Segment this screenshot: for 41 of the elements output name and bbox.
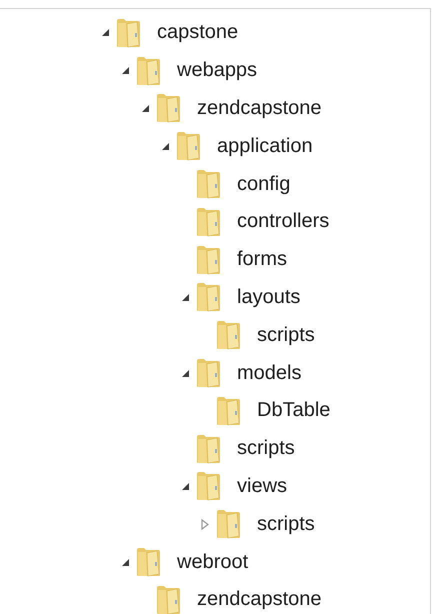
- expanded-arrow-icon[interactable]: [121, 558, 130, 567]
- folder-label[interactable]: capstone: [157, 21, 238, 44]
- folder-label[interactable]: application: [217, 134, 313, 158]
- folder-label[interactable]: zendcapstone: [197, 588, 322, 612]
- folder-icon: [215, 396, 241, 426]
- folder-label[interactable]: config: [237, 172, 290, 196]
- folder-label[interactable]: webapps: [177, 59, 258, 82]
- folder-icon: [155, 93, 181, 124]
- expanded-arrow-icon[interactable]: [101, 28, 110, 38]
- folder-icon: [195, 282, 221, 312]
- folder-label[interactable]: models: [237, 362, 302, 385]
- folder-label[interactable]: scripts: [257, 324, 315, 347]
- expanded-arrow-icon[interactable]: [161, 142, 170, 151]
- folder-label[interactable]: webroot: [177, 550, 248, 574]
- folder-icon: [195, 358, 221, 388]
- folder-icon: [195, 434, 221, 464]
- folder-icon: [155, 584, 181, 614]
- folder-icon: [195, 169, 221, 200]
- expanded-arrow-icon[interactable]: [181, 482, 190, 491]
- folder-label[interactable]: forms: [237, 248, 287, 272]
- folder-icon: [195, 471, 221, 502]
- folder-label[interactable]: scripts: [257, 512, 315, 536]
- folder-icon: [215, 509, 241, 540]
- folder-icon: [195, 206, 221, 237]
- expanded-arrow-icon[interactable]: [121, 66, 130, 76]
- expanded-arrow-icon[interactable]: [141, 104, 150, 113]
- folder-icon: [115, 18, 141, 48]
- folder-icon: [135, 547, 161, 578]
- folder-label[interactable]: views: [237, 474, 288, 498]
- expanded-arrow-icon[interactable]: [181, 292, 190, 302]
- folder-label[interactable]: scripts: [237, 437, 295, 460]
- folder-label[interactable]: zendcapstone: [197, 96, 322, 120]
- expanded-arrow-icon[interactable]: [181, 368, 190, 378]
- folder-label[interactable]: DbTable: [257, 399, 330, 422]
- folder-label[interactable]: controllers: [237, 210, 330, 234]
- folder-icon: [195, 244, 221, 275]
- folder-label[interactable]: layouts: [237, 286, 300, 309]
- folder-icon: [175, 131, 201, 162]
- collapsed-arrow-icon[interactable]: [201, 518, 209, 530]
- folder-icon: [135, 56, 161, 86]
- folder-icon: [215, 320, 241, 350]
